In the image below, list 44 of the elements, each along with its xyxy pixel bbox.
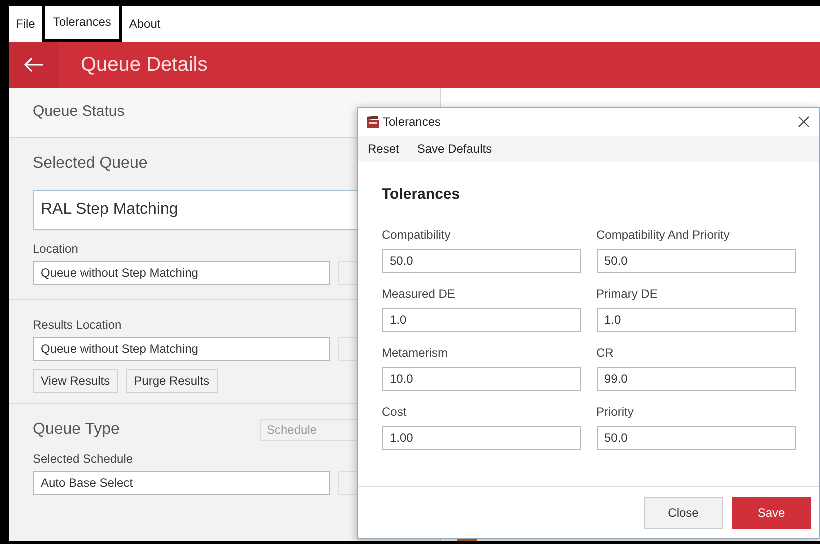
back-button[interactable] bbox=[9, 42, 59, 88]
tolerance-field[interactable]: 99.0 bbox=[596, 366, 796, 390]
tolerance-field[interactable]: 1.00 bbox=[382, 426, 581, 450]
tolerance-field[interactable]: 50.0 bbox=[596, 426, 796, 450]
field-label: Primary DE bbox=[596, 286, 658, 302]
back-arrow-icon bbox=[24, 57, 44, 73]
tolerance-field[interactable]: 50.0 bbox=[382, 248, 581, 272]
results-button[interactable]: Purge Results bbox=[126, 369, 218, 393]
field-label: Location bbox=[33, 241, 78, 258]
results-button[interactable]: View Results bbox=[33, 369, 118, 393]
section-title: Selected Queue bbox=[33, 154, 148, 174]
field-label: Compatibility bbox=[382, 226, 451, 244]
field-label: Selected Schedule bbox=[33, 451, 134, 468]
dialog-menu-item[interactable]: Save Defaults bbox=[417, 140, 492, 158]
clapperboard-icon bbox=[366, 115, 380, 129]
field-label: Cost bbox=[382, 404, 407, 420]
queue-name-field[interactable]: RAL Step Matching bbox=[33, 190, 359, 230]
location-field[interactable]: Queue without Step Matching bbox=[33, 261, 330, 285]
tolerance-field[interactable]: 10.0 bbox=[382, 366, 581, 390]
field-label: Measured DE bbox=[382, 286, 456, 302]
field-label: Priority bbox=[596, 404, 634, 420]
tolerance-field[interactable]: 1.0 bbox=[382, 308, 581, 332]
menu-item[interactable]: File bbox=[9, 7, 42, 41]
tolerance-field[interactable]: 1.0 bbox=[596, 308, 796, 332]
dialog-button[interactable]: Close bbox=[644, 496, 723, 528]
section-title: Queue Status bbox=[33, 102, 125, 122]
menu-item[interactable]: About bbox=[122, 7, 168, 41]
dialog-button[interactable]: Save bbox=[732, 496, 811, 528]
browse-button[interactable] bbox=[338, 471, 358, 495]
results-location-field[interactable]: Queue without Step Matching bbox=[33, 337, 330, 361]
section-title: Queue Type bbox=[33, 420, 121, 440]
page-title: Queue Details bbox=[81, 53, 208, 78]
field-label: Results Location bbox=[33, 317, 122, 334]
browse-button[interactable] bbox=[338, 261, 358, 285]
field-label: Metamerism bbox=[382, 344, 448, 362]
close-icon[interactable] bbox=[797, 115, 811, 129]
dialog-heading: Tolerances bbox=[382, 185, 462, 205]
field-label: CR bbox=[596, 344, 614, 362]
dialog-menu-item[interactable]: Reset bbox=[368, 140, 400, 158]
tolerance-field[interactable]: 50.0 bbox=[596, 248, 796, 272]
dialog-title: Tolerances bbox=[383, 114, 442, 131]
browse-button[interactable] bbox=[338, 337, 358, 361]
field-label: Compatibility And Priority bbox=[596, 226, 730, 244]
schedule-field[interactable]: Auto Base Select bbox=[33, 471, 330, 495]
